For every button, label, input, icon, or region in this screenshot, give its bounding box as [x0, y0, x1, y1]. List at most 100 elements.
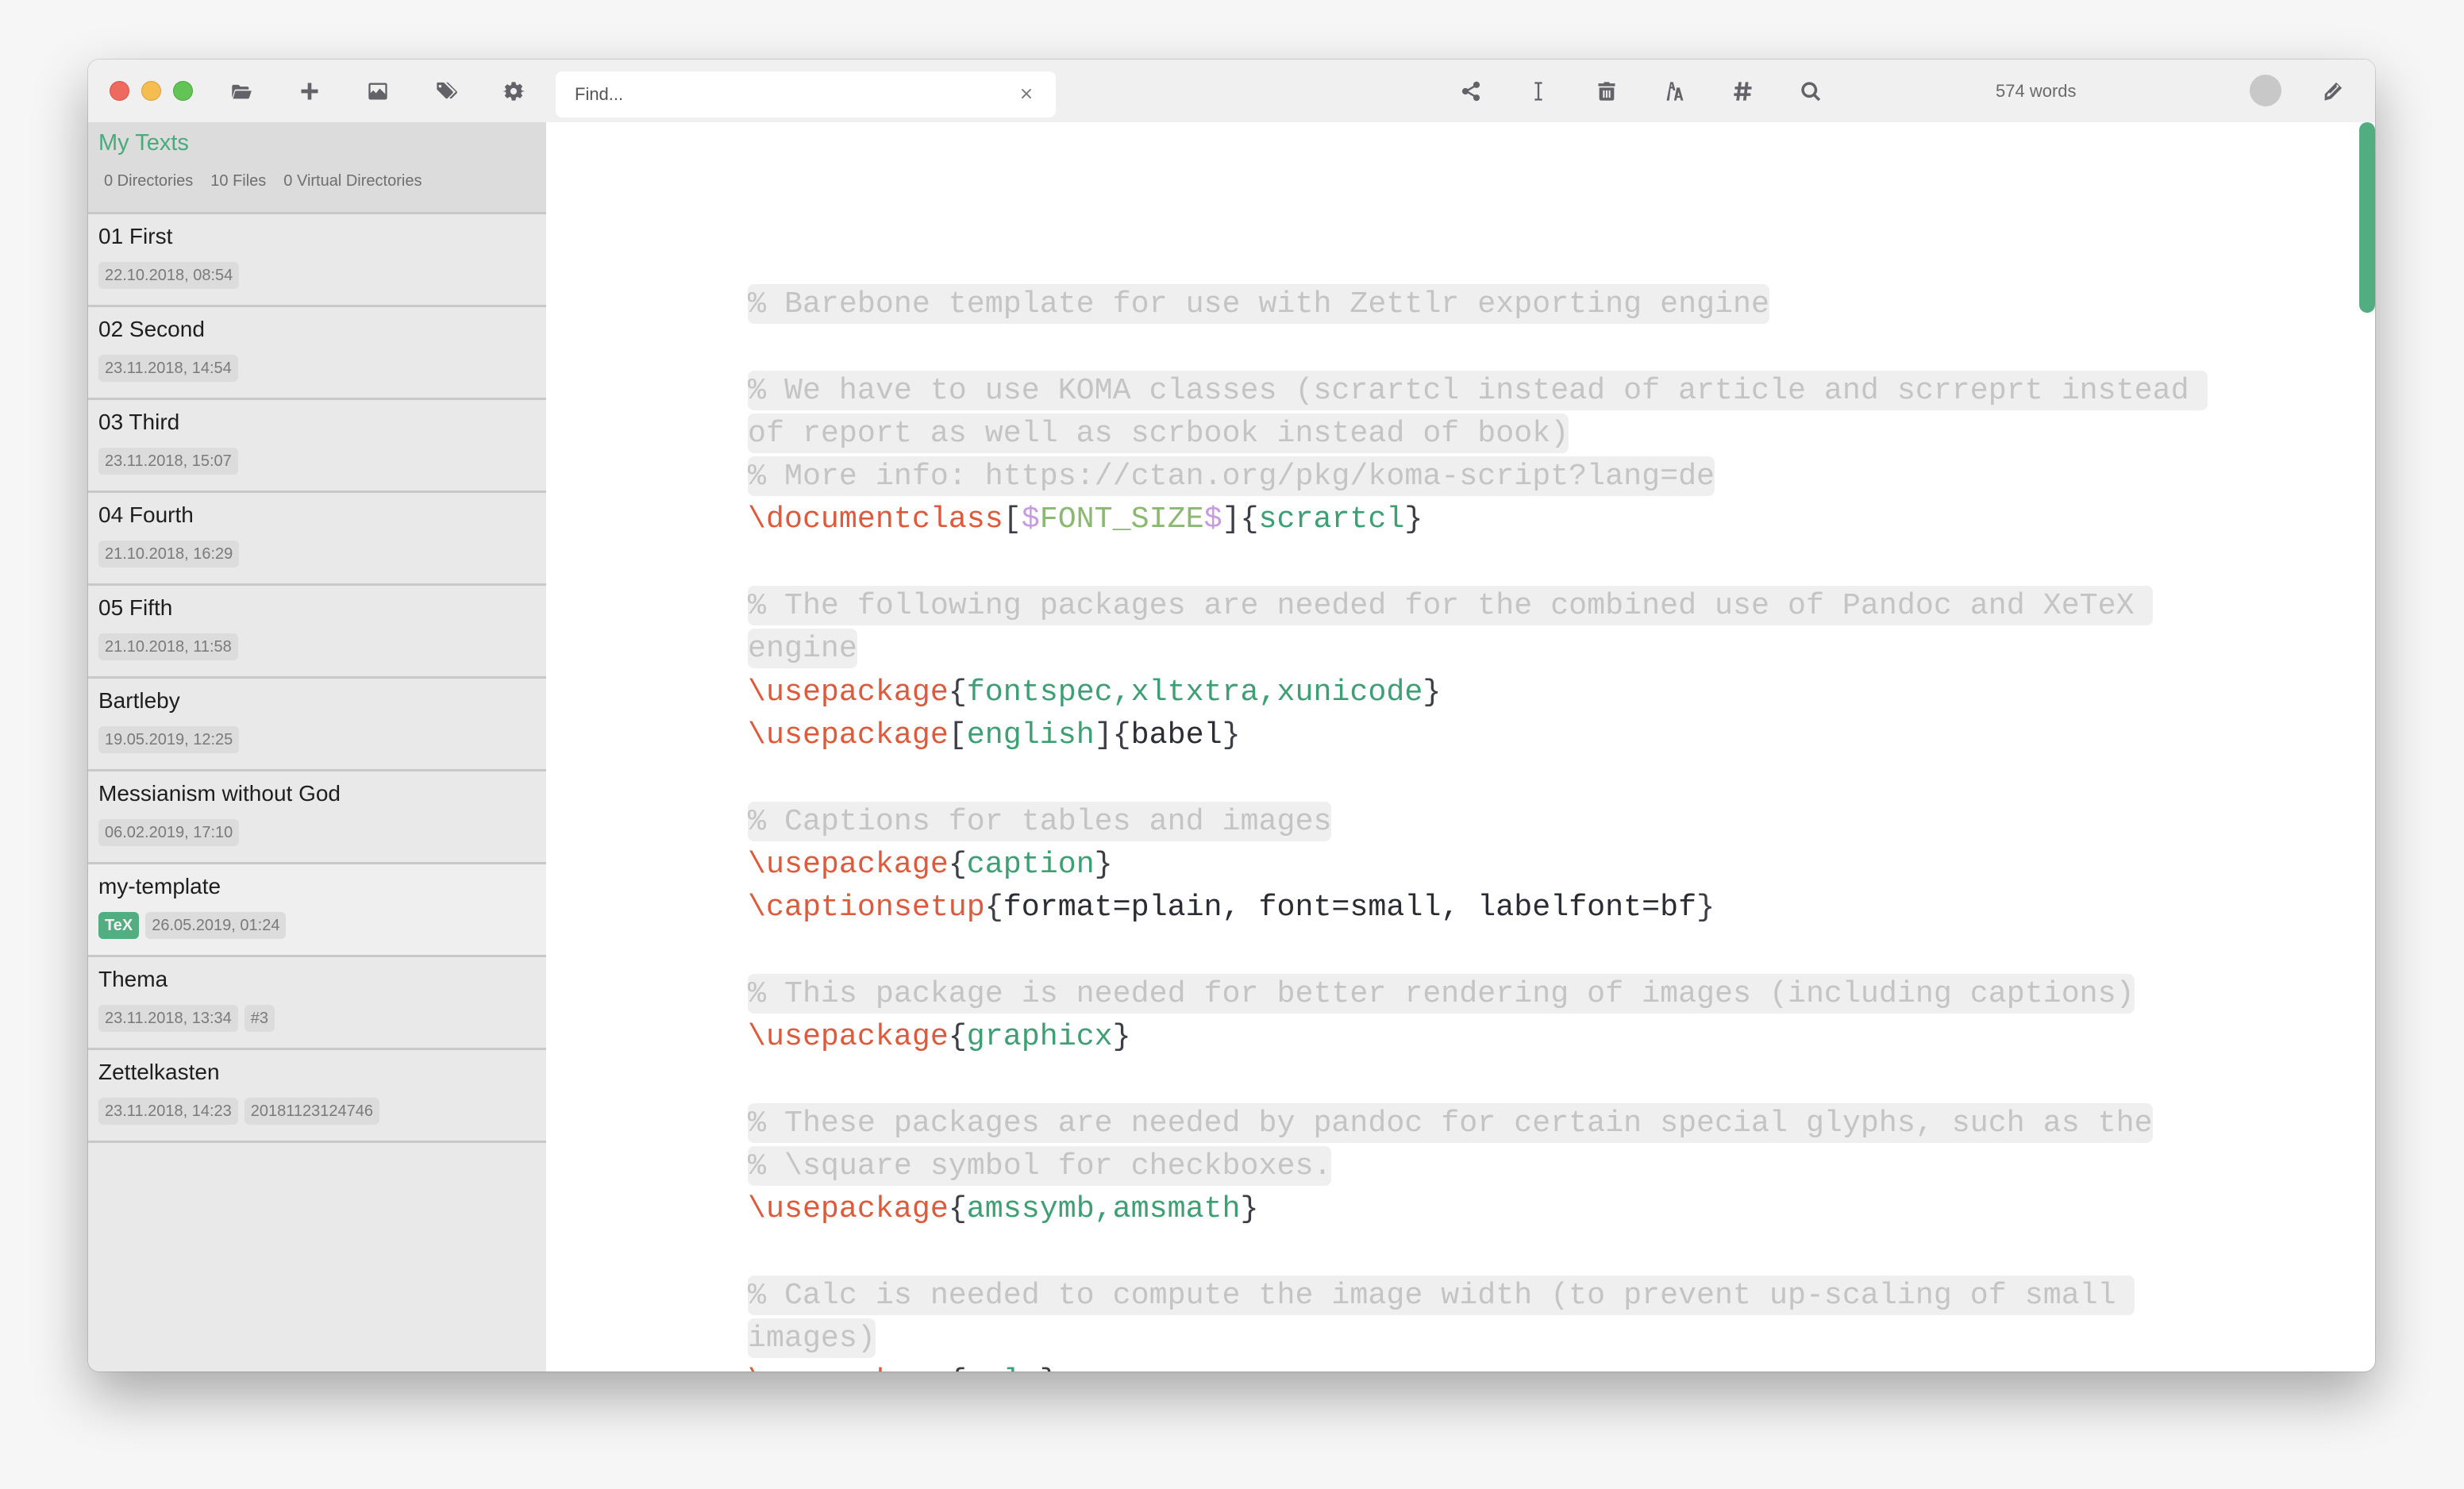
bracket: }	[1040, 1364, 1058, 1372]
file-list-item[interactable]: Thema 23.11.2018, 13:34 #3	[88, 957, 546, 1050]
editor-scrollbar-thumb[interactable]	[2359, 122, 2375, 313]
code-line[interactable]: % More info: https://ctan.org/pkg/koma-s…	[748, 455, 2256, 498]
code-line[interactable]: \captionsetup{format=plain, font=small, …	[748, 886, 2256, 929]
image-icon	[368, 83, 387, 100]
code-line[interactable]: \usepackage{caption}	[748, 843, 2256, 886]
file-name: Bartleby	[98, 688, 180, 713]
typewriter-button[interactable]	[1524, 77, 1553, 106]
plain-text: format=plain, font=small, labelfont=bf	[1003, 890, 1697, 925]
file-badges: 19.05.2019, 12:25	[98, 726, 240, 753]
edit-button[interactable]	[2319, 77, 2347, 106]
file-list-item[interactable]: Messianism without God 06.02.2019, 17:10	[88, 771, 546, 864]
file-list: 01 First 22.10.2018, 08:54 02 Second 23.11.…	[88, 214, 546, 1143]
code-comment: of report as well as scrbook instead of …	[748, 413, 1569, 453]
window-close-button[interactable]	[110, 81, 129, 101]
latex-command: \usepackage	[748, 1191, 949, 1227]
share-icon	[1461, 81, 1480, 102]
code-line[interactable]	[748, 1231, 2256, 1274]
toolbar: × 574 words	[88, 60, 2375, 122]
code-line[interactable]: % Calc is needed to compute the image wi…	[748, 1274, 2256, 1317]
code-line[interactable]: % \square symbol for checkboxes.	[748, 1145, 2256, 1187]
command-argument: caption	[966, 846, 1095, 882]
file-badges: 23.11.2018, 14:23 20181123124746	[98, 1098, 380, 1125]
file-list-item[interactable]: 01 First 22.10.2018, 08:54	[88, 214, 546, 307]
directory-meta: 0 Directories 10 Files 0 Virtual Directo…	[104, 172, 422, 190]
file-list-sidebar: My Texts 0 Directories 10 Files 0 Virtua…	[88, 122, 546, 1372]
file-list-item[interactable]: 03 Third 23.11.2018, 15:07	[88, 400, 546, 493]
virtual-directories-count: 0 Virtual Directories	[283, 172, 422, 190]
file-name: Messianism without God	[98, 781, 341, 806]
command-argument: english	[966, 717, 1095, 752]
tags-icon	[437, 82, 457, 99]
file-meta-badge: #3	[244, 1005, 275, 1032]
file-badges: 21.10.2018, 11:58	[98, 633, 238, 660]
settings-button[interactable]	[499, 77, 528, 106]
code-line[interactable]: % The following packages are needed for …	[748, 584, 2256, 627]
file-badges: 22.10.2018, 08:54	[98, 262, 240, 289]
app-window: × 574 words My Texts 0	[88, 60, 2375, 1372]
bracket: {	[948, 846, 967, 882]
code-line[interactable]: % These packages are needed by pandoc fo…	[748, 1102, 2256, 1145]
file-list-item[interactable]: 05 Fifth 21.10.2018, 11:58	[88, 586, 546, 679]
file-list-item[interactable]: Bartleby 19.05.2019, 12:25	[88, 679, 546, 771]
code-line[interactable]	[748, 756, 2256, 799]
code-line[interactable]	[748, 1058, 2256, 1101]
file-list-item[interactable]: Zettelkasten 23.11.2018, 14:23 20181123124…	[88, 1050, 546, 1143]
code-line[interactable]: \documentclass[$FONT_SIZE$]{scrartcl}	[748, 498, 2256, 541]
bracket: {	[948, 1019, 967, 1055]
file-meta-badge: 22.10.2018, 08:54	[98, 262, 240, 289]
latex-command: \usepackage	[748, 674, 949, 710]
code-line[interactable]: of report as well as scrbook instead of …	[748, 412, 2256, 455]
image-button[interactable]	[364, 77, 392, 106]
tags-list-button[interactable]	[1729, 77, 1758, 106]
file-meta-badge: 19.05.2019, 12:25	[98, 726, 240, 753]
code-line[interactable]: % We have to use KOMA classes (scrartcl …	[748, 369, 2256, 412]
code-line[interactable]: \usepackage[english]{babel}	[748, 714, 2256, 756]
code-line[interactable]: engine	[748, 627, 2256, 670]
tex-file-badge: TeX	[98, 912, 140, 939]
code-line[interactable]: % This package is needed for better rend…	[748, 972, 2256, 1015]
window-maximize-button[interactable]	[173, 81, 193, 101]
file-list-item[interactable]: 04 Fourth 21.10.2018, 16:29	[88, 493, 546, 586]
plain-text: babel	[1130, 717, 1222, 752]
search-icon	[1801, 82, 1821, 102]
open-directory-icon	[232, 84, 252, 99]
bracket: [	[948, 717, 967, 752]
bracket: {	[984, 890, 1003, 925]
file-name: 03 Third	[98, 410, 180, 434]
code-line[interactable]	[748, 325, 2256, 368]
bracket: }	[1696, 890, 1715, 925]
code-line[interactable]: % Barebone template for use with Zettlr …	[748, 283, 2256, 325]
search-button[interactable]	[1796, 77, 1825, 106]
code-line[interactable]	[748, 929, 2256, 972]
editor[interactable]: % Barebone template for use with Zettlr …	[546, 122, 2375, 1372]
word-count: 574 words	[1996, 81, 2077, 101]
window-minimize-button[interactable]	[141, 81, 161, 101]
code-line[interactable]: \usepackage{fontspec,xltxtra,xunicode}	[748, 671, 2256, 714]
code-line[interactable]: % Captions for tables and images	[748, 800, 2256, 843]
bracket: }	[1404, 502, 1423, 537]
directory-title[interactable]: My Texts	[98, 130, 189, 156]
file-list-item[interactable]: 02 Second 23.11.2018, 14:54	[88, 307, 546, 400]
clear-find-icon[interactable]: ×	[1014, 82, 1038, 106]
new-file-button[interactable]	[295, 77, 324, 106]
file-list-item[interactable]: my-template TeX 26.05.2019, 01:24	[88, 864, 546, 957]
open-directory-button[interactable]	[227, 77, 256, 106]
find-input[interactable]	[556, 71, 1000, 117]
code-comment: % Calc is needed to compute the image wi…	[748, 1275, 2135, 1315]
delete-button[interactable]	[1592, 77, 1621, 106]
code-line[interactable]: \usepackage{calc}	[748, 1360, 2256, 1372]
font-button[interactable]	[1661, 77, 1689, 106]
file-badges: 21.10.2018, 16:29	[98, 541, 240, 568]
file-name: 02 Second	[98, 317, 205, 341]
latex-command: \captionsetup	[748, 890, 985, 925]
code-line[interactable]: \usepackage{graphicx}	[748, 1015, 2256, 1058]
hashtag-icon	[1734, 82, 1752, 101]
code-editor-content[interactable]: % Barebone template for use with Zettlr …	[748, 283, 2256, 1372]
code-line[interactable]: \usepackage{amssymb,amsmath}	[748, 1187, 2256, 1230]
tags-button[interactable]	[432, 77, 460, 106]
export-button[interactable]	[1457, 77, 1485, 106]
code-line[interactable]	[748, 541, 2256, 584]
file-badges: 23.11.2018, 14:54	[98, 355, 238, 382]
code-line[interactable]: images)	[748, 1317, 2256, 1360]
